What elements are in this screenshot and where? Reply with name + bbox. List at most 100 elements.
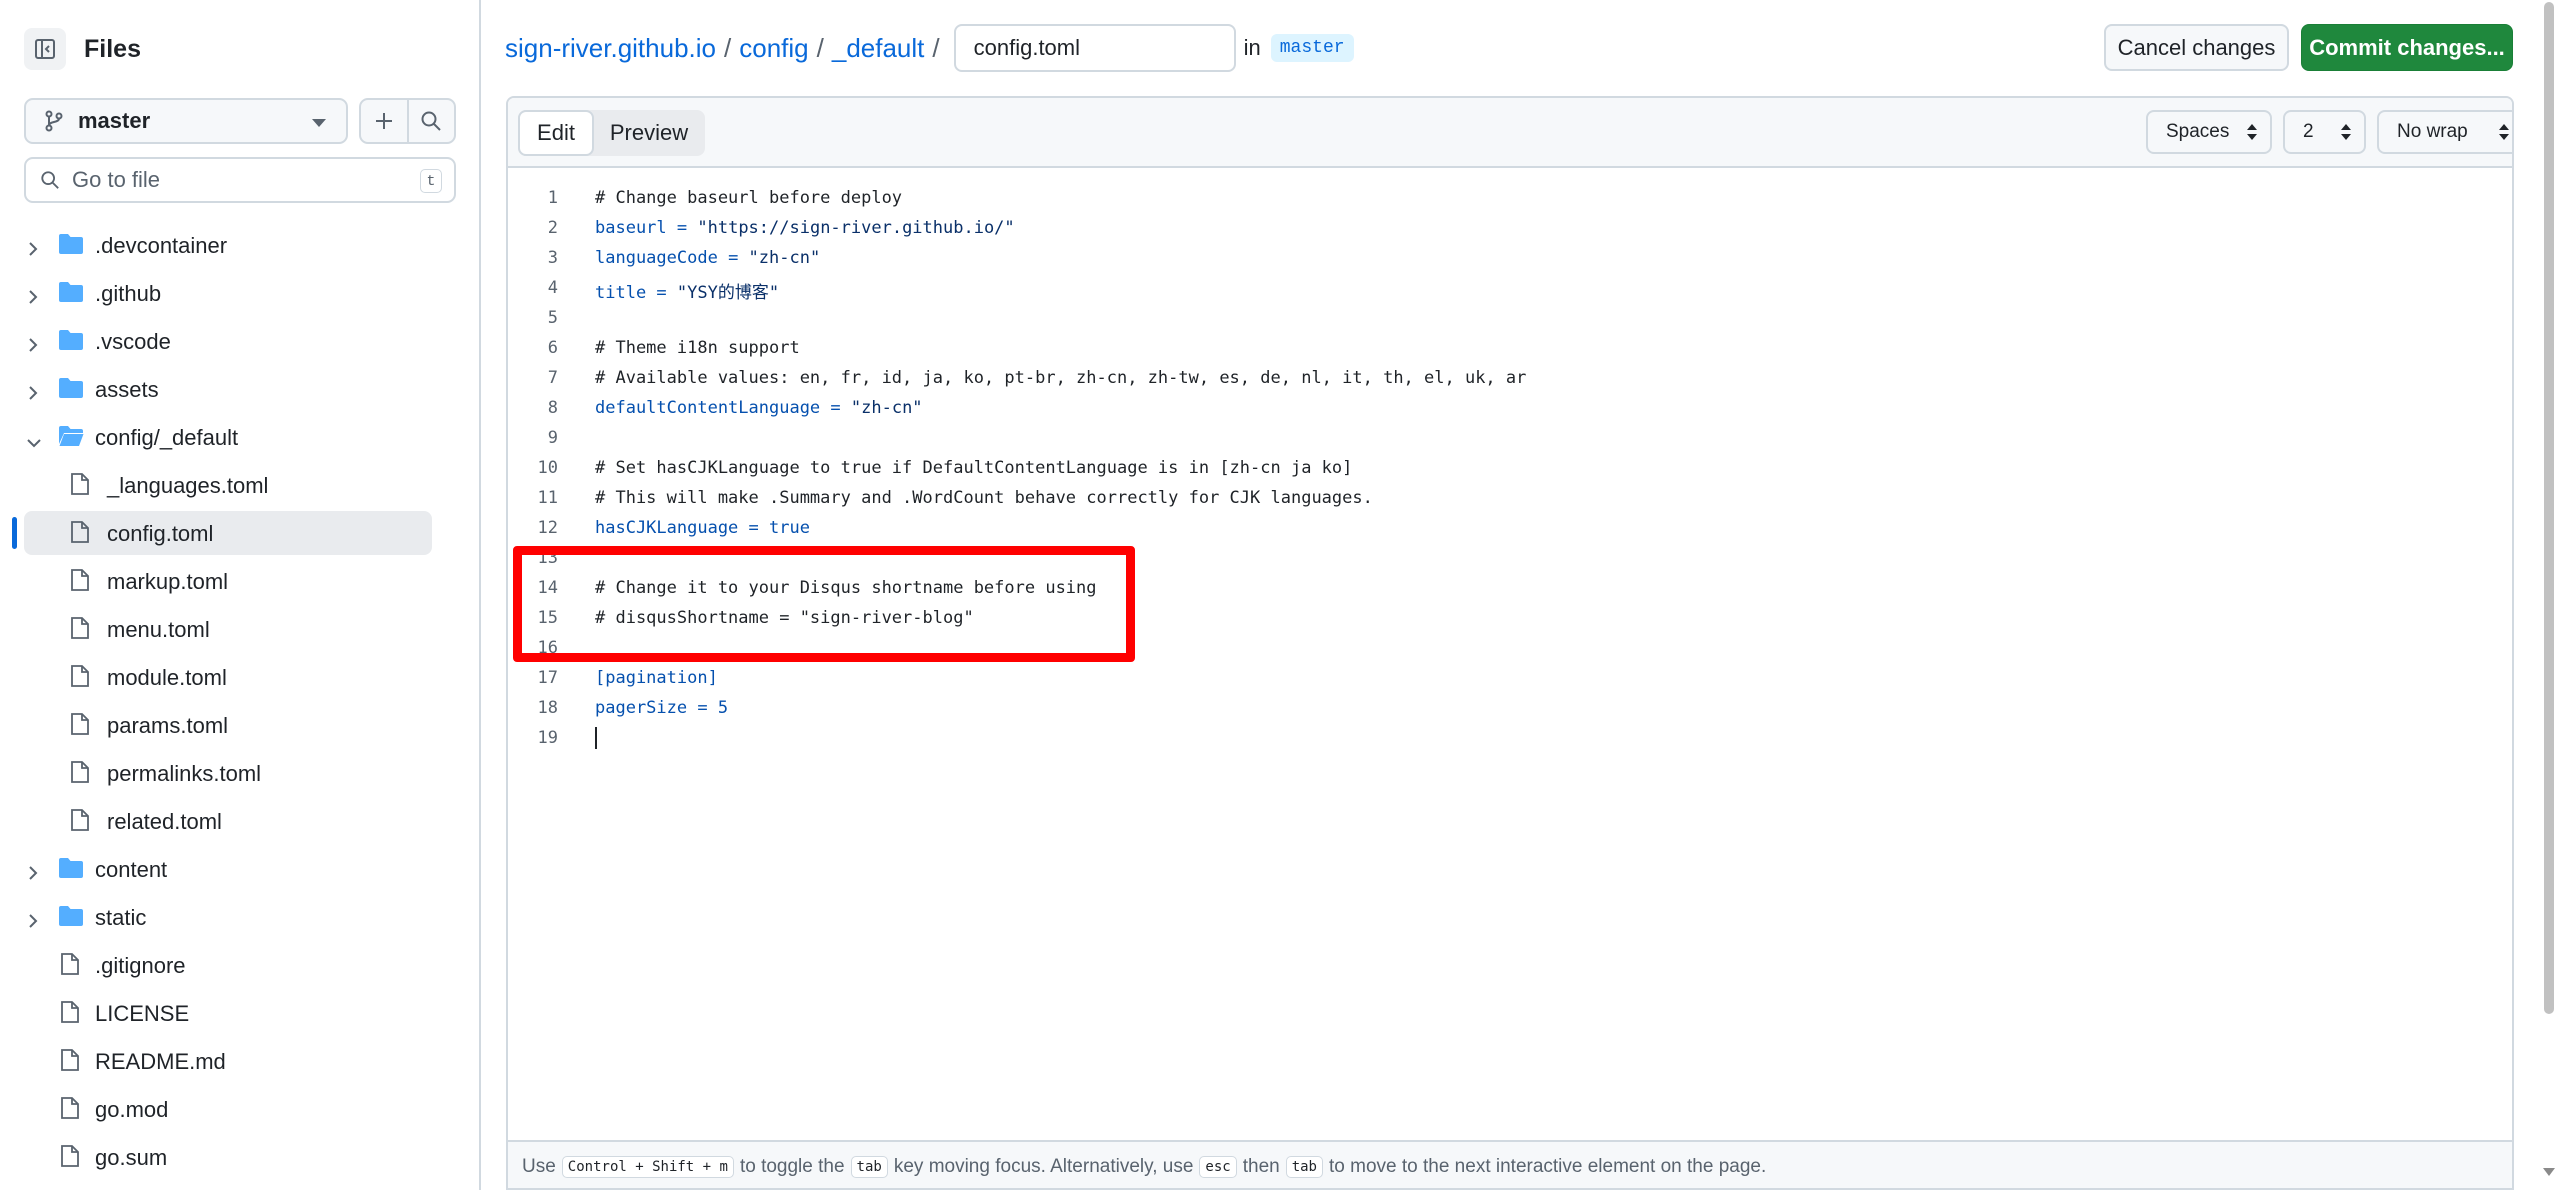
tree-file-item[interactable]: README.md: [0, 1037, 480, 1085]
tree-folder-item[interactable]: content: [0, 845, 480, 893]
code-token: "YSY的博客": [676, 283, 780, 303]
code-token: =: [687, 698, 718, 718]
code-text: # Change it to your Disqus shortname bef…: [595, 578, 1097, 598]
code-text: hasCJKLanguage = true: [595, 518, 810, 538]
tree-item-label: .gitignore: [95, 953, 186, 978]
code-line[interactable]: 18 pagerSize = 5: [508, 692, 2512, 722]
code-token: # Change it to your Disqus shortname bef…: [595, 578, 1097, 598]
code-line[interactable]: 10 # Set hasCJKLanguage to true if Defaul…: [508, 452, 2512, 482]
tree-file-item[interactable]: related.toml: [0, 797, 480, 845]
collapse-sidebar-button[interactable]: [24, 28, 66, 70]
line-number: 15: [537, 608, 558, 628]
code-token: # Theme i18n support: [595, 338, 800, 358]
kbd-toggle-shortcut: Control + Shift + m: [561, 1156, 734, 1178]
indent-mode-select[interactable]: Spaces: [2146, 110, 2272, 154]
code-line[interactable]: 11 # This will make .Summary and .WordCou…: [508, 482, 2512, 512]
tree-folder-item[interactable]: .vscode: [0, 317, 480, 365]
cancel-changes-button[interactable]: Cancel changes: [2104, 24, 2289, 71]
branch-selector-button[interactable]: master: [24, 98, 348, 144]
breadcrumb-repo-link[interactable]: sign-river.github.io: [505, 33, 716, 64]
code-token: # disqusShortname = "sign-river-blog": [595, 608, 974, 628]
tree-file-item[interactable]: .gitignore: [0, 941, 480, 989]
code-line[interactable]: 4 title = "YSY的博客": [508, 272, 2512, 303]
line-number: 9: [547, 428, 558, 448]
code-line[interactable]: 17 [pagination]: [508, 662, 2512, 692]
code-area[interactable]: 1 # Change baseurl before deploy 2 baseurl …: [508, 168, 2512, 1128]
tree-folder-item[interactable]: assets: [0, 365, 480, 413]
code-token: hasCJKLanguage: [595, 518, 739, 538]
code-token: true: [769, 518, 810, 538]
code-text: pagerSize = 5: [595, 698, 728, 718]
code-line[interactable]: 16: [508, 632, 2512, 662]
go-to-file-input[interactable]: [72, 167, 392, 193]
kbd-esc: esc: [1199, 1156, 1237, 1178]
code-token: title: [595, 283, 647, 303]
code-token: "https://sign-river.github.io/": [697, 218, 1015, 238]
code-line[interactable]: 19: [508, 722, 2512, 752]
branch-name: master: [78, 108, 151, 133]
code-line[interactable]: 5: [508, 302, 2512, 332]
tree-item-label: LICENSE: [95, 1001, 190, 1026]
breadcrumb-config-link[interactable]: config: [739, 33, 808, 64]
tree-item-label: content: [95, 857, 168, 882]
code-line[interactable]: 2 baseurl = "https://sign-river.github.io…: [508, 212, 2512, 242]
tree-file-item[interactable]: LICENSE: [0, 989, 480, 1037]
file-icon: [71, 761, 89, 783]
breadcrumb-default-link[interactable]: _default: [832, 33, 925, 64]
tab-edit[interactable]: Edit: [518, 110, 594, 156]
code-text: [pagination]: [595, 668, 718, 688]
tree-file-item[interactable]: _languages.toml: [0, 461, 480, 509]
page-scrollbar[interactable]: [2538, 0, 2560, 1190]
shortcut-key-badge: t: [420, 169, 442, 193]
file-icon: [71, 617, 89, 639]
code-line[interactable]: 14 # Change it to your Disqus shortname b…: [508, 572, 2512, 602]
code-line[interactable]: 6 # Theme i18n support: [508, 332, 2512, 362]
tree-folder-item[interactable]: static: [0, 893, 480, 941]
tab-preview[interactable]: Preview: [594, 110, 704, 156]
tree-file-item[interactable]: menu.toml: [0, 605, 480, 653]
scrollbar-thumb[interactable]: [2544, 2, 2554, 1014]
indent-size-select[interactable]: 2: [2283, 110, 2366, 154]
select-arrows-icon: [2499, 124, 2509, 140]
tree-file-item[interactable]: go.sum: [0, 1133, 480, 1181]
code-token: =: [666, 218, 698, 238]
code-line[interactable]: 1 # Change baseurl before deploy: [508, 182, 2512, 212]
tree-folder-item[interactable]: config/_default: [0, 413, 480, 461]
tree-file-item[interactable]: params.toml: [0, 701, 480, 749]
line-number: 3: [547, 248, 558, 268]
scroll-down-arrow-icon[interactable]: [2543, 1168, 2555, 1176]
file-icon: [61, 1001, 79, 1023]
add-file-button[interactable]: [361, 100, 407, 142]
code-token: =: [820, 398, 851, 418]
filename-input[interactable]: [953, 24, 1236, 72]
line-number: 1: [547, 188, 558, 208]
code-line[interactable]: 8 defaultContentLanguage = "zh-cn": [508, 392, 2512, 422]
chevron-down-icon: [312, 119, 326, 127]
tree-file-item[interactable]: permalinks.toml: [0, 749, 480, 797]
commit-changes-button[interactable]: Commit changes...: [2301, 24, 2513, 71]
code-line[interactable]: 15 # disqusShortname = "sign-river-blog": [508, 602, 2512, 632]
tree-file-item[interactable]: config.toml: [0, 509, 480, 557]
search-files-button[interactable]: [406, 100, 455, 142]
wrap-mode-select[interactable]: No wrap: [2377, 110, 2512, 154]
tree-item-label: .devcontainer: [95, 233, 228, 258]
folder-icon: [59, 330, 83, 350]
code-line[interactable]: 9: [508, 422, 2512, 452]
tree-file-item[interactable]: go.mod: [0, 1085, 480, 1133]
file-icon: [71, 521, 89, 543]
tree-folder-item[interactable]: .github: [0, 269, 480, 317]
code-token: =: [738, 518, 770, 538]
chevron-right-icon: [29, 338, 38, 352]
tree-file-item[interactable]: module.toml: [0, 653, 480, 701]
tree-folder-item[interactable]: .devcontainer: [0, 221, 480, 269]
git-branch-icon: [45, 110, 63, 132]
code-line[interactable]: 7 # Available values: en, fr, id, ja, ko,…: [508, 362, 2512, 392]
tree-file-item[interactable]: markup.toml: [0, 557, 480, 605]
line-number: 12: [537, 518, 558, 538]
code-line[interactable]: 3 languageCode = "zh-cn": [508, 242, 2512, 272]
code-line[interactable]: 12 hasCJKLanguage = true: [508, 512, 2512, 542]
go-to-file-field[interactable]: t: [24, 157, 456, 203]
code-line[interactable]: 13: [508, 542, 2512, 572]
code-text: # Set hasCJKLanguage to true if DefaultC…: [595, 458, 1352, 478]
code-token: # Available values: en, fr, id, ja, ko, …: [595, 368, 1527, 388]
